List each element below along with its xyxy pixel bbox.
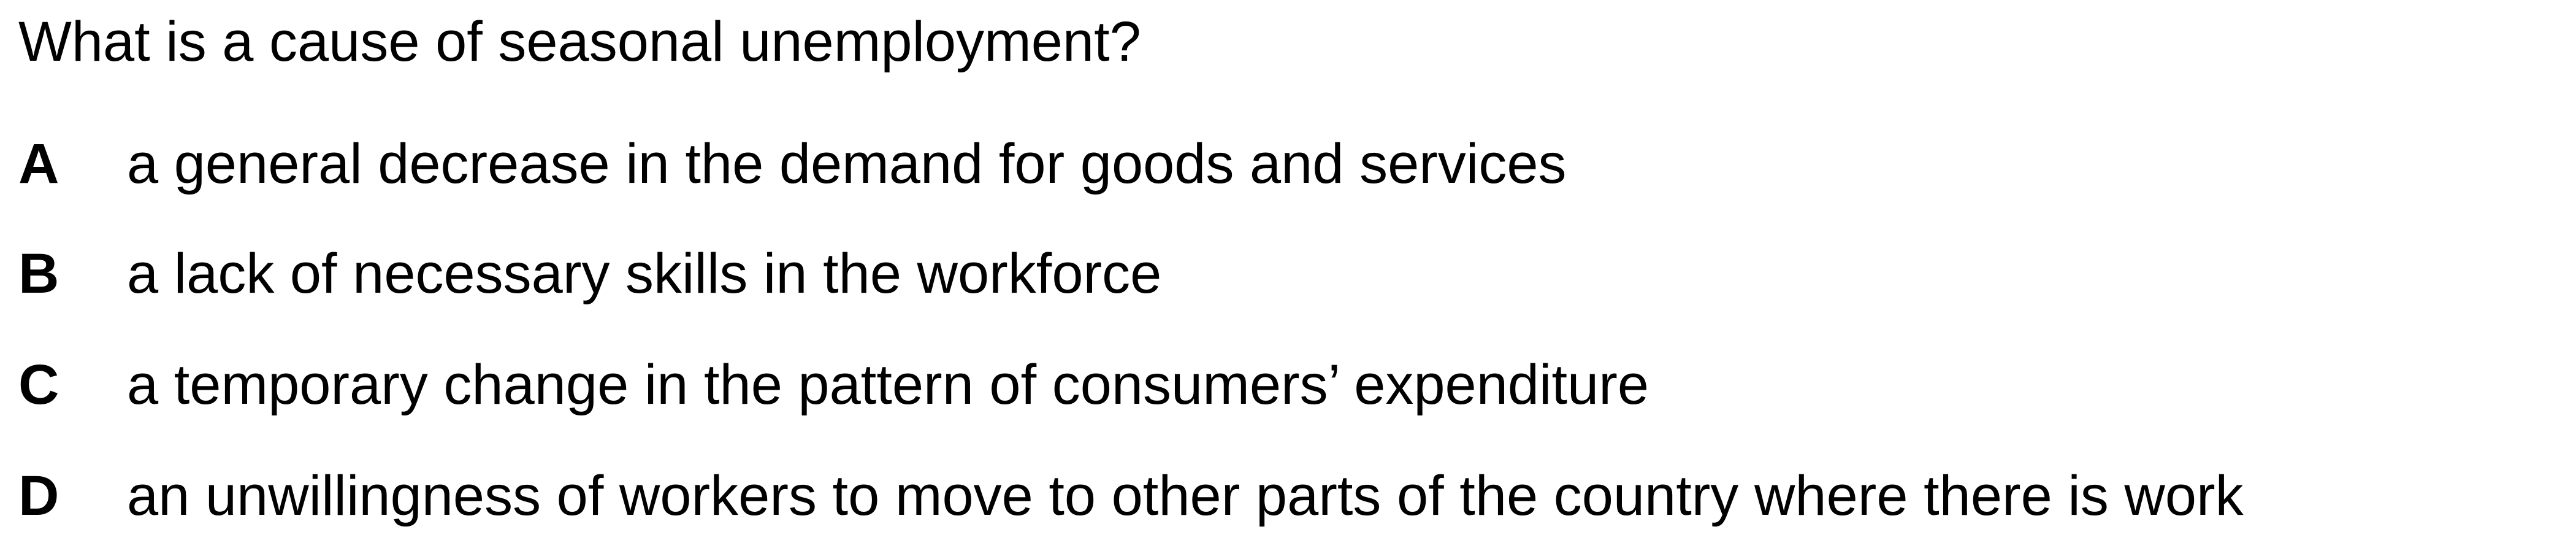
option-text-a: a general decrease in the demand for goo… xyxy=(127,133,1567,195)
option-letter-d: D xyxy=(18,465,59,527)
option-text-c: a temporary change in the pattern of con… xyxy=(127,353,1649,416)
question-text: What is a cause of seasonal unemployment… xyxy=(18,10,1141,73)
option-letter-a: A xyxy=(18,133,59,195)
option-letter-c: C xyxy=(18,353,59,416)
option-letter-b: B xyxy=(18,242,59,305)
option-text-b: a lack of necessary skills in the workfo… xyxy=(127,242,1162,305)
option-text-d: an unwillingness of workers to move to o… xyxy=(127,465,2244,527)
